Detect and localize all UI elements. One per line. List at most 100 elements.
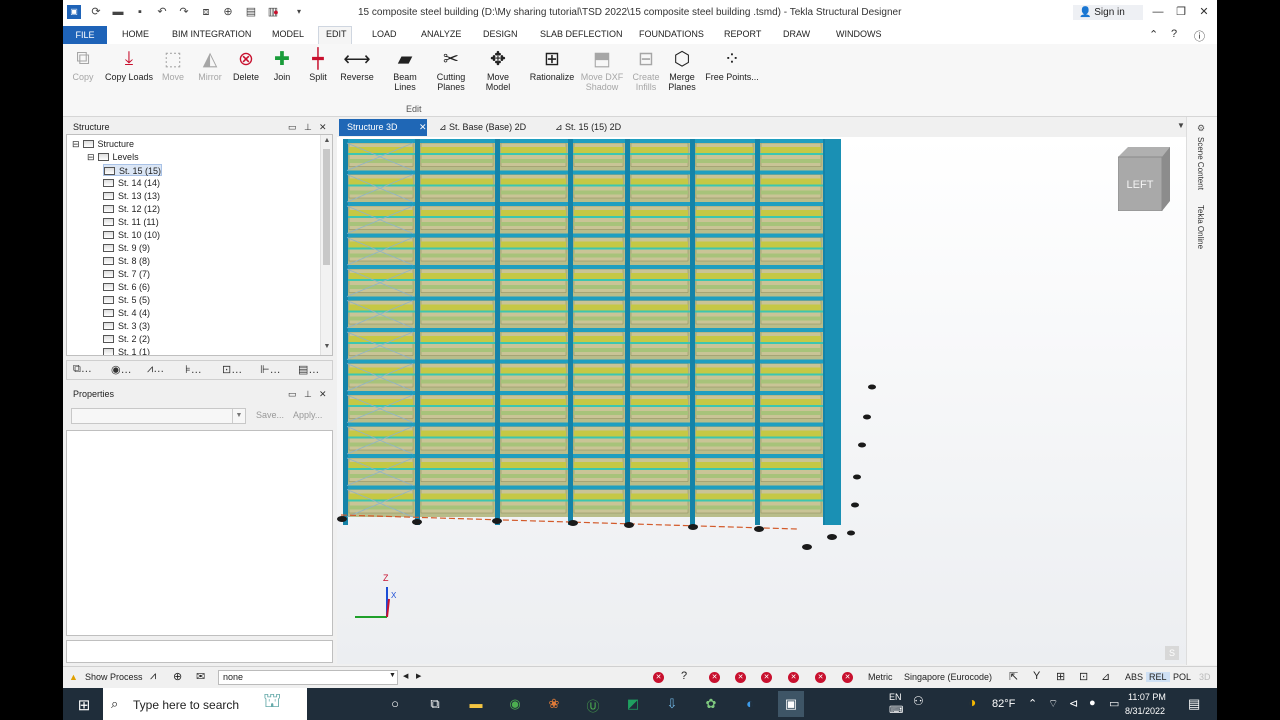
tekla-taskbar-icon[interactable]: ▣ <box>778 691 804 717</box>
restore-icon[interactable]: ❐ <box>1173 4 1189 20</box>
reports-tab-icon[interactable]: ▤… <box>298 363 319 376</box>
move-button[interactable]: ⬚ Move <box>159 46 187 83</box>
create-infills-button[interactable]: ⊟ Create Infills <box>629 46 663 93</box>
level-item[interactable]: St. 14 (14) <box>103 177 160 189</box>
minimize-icon[interactable]: — <box>1150 4 1166 20</box>
level-item[interactable]: St. 1 (1) <box>103 346 150 355</box>
3d-viewport[interactable]: LEFT Z X S <box>337 137 1186 664</box>
tab-foundations[interactable]: FOUNDATIONS <box>639 29 704 39</box>
edge-icon[interactable]: ◐ <box>741 696 759 712</box>
scene-tab-icon[interactable]: ◉… <box>111 363 132 376</box>
free-points-button[interactable]: ⁘ Free Points... <box>703 46 761 83</box>
tree-levels[interactable]: ⊟ Levels <box>87 151 139 163</box>
command-prev-icon[interactable]: ◀ <box>403 672 408 680</box>
snap-y-icon[interactable]: Y <box>1033 670 1040 682</box>
app-pinned-4-icon[interactable]: ⇩ <box>663 696 681 712</box>
level-item[interactable]: St. 2 (2) <box>103 333 150 345</box>
tekla-online-tab[interactable]: Tekla Online <box>1196 205 1205 249</box>
language-indicator[interactable]: EN <box>889 692 902 702</box>
save-icon[interactable]: ▪ <box>133 5 147 19</box>
move-model-button[interactable]: ✥ Move Model <box>474 46 522 93</box>
level-item[interactable]: St. 11 (11) <box>103 216 159 228</box>
cutting-planes-button[interactable]: ✂ Cutting Planes <box>433 46 469 93</box>
app-pinned-5-icon[interactable]: ✿ <box>702 696 720 712</box>
undo-icon[interactable]: ↶ <box>155 5 169 19</box>
members-status-icon[interactable]: ⊕ <box>173 670 182 683</box>
tab-model[interactable]: MODEL <box>272 29 304 39</box>
customize-icon[interactable]: ▾ <box>292 5 306 19</box>
tree-root[interactable]: ⊟ Structure <box>72 138 134 150</box>
structure-tab-icon[interactable]: ⧉… <box>73 363 92 376</box>
view-cube[interactable]: LEFT <box>1117 145 1170 212</box>
tab-windows[interactable]: WINDOWS <box>836 29 882 39</box>
network-icon[interactable]: ⌔ <box>1048 697 1058 711</box>
level-item[interactable]: St. 15 (15) <box>103 164 163 176</box>
loads-tab-icon[interactable]: ⩘… <box>147 363 164 376</box>
join-button[interactable]: ✚ Join <box>268 46 296 83</box>
panel-close-icon[interactable]: ✕ <box>319 119 327 135</box>
mode-3d[interactable]: 3D <box>1199 672 1211 682</box>
copy-loads-button[interactable]: ⤓ Copy Loads <box>104 46 154 82</box>
tab-st-15-2d[interactable]: ⊿ St. 15 (15) 2D <box>547 119 647 136</box>
lock-icon[interactable]: ⊕ <box>221 5 235 19</box>
tab-structure-3d[interactable]: Structure 3D ✕ <box>339 119 427 136</box>
stop-icon[interactable]: ● <box>269 5 283 19</box>
redo-icon[interactable]: ↷ <box>177 5 191 19</box>
structure-tree[interactable]: ⊟ Structure ⊟ Levels St. 15 (15) St. 14 (14… <box>66 134 333 356</box>
battery-icon[interactable]: ▭ <box>1109 697 1119 710</box>
show-process-button[interactable]: Show Process <box>85 672 143 682</box>
status-error-6-icon[interactable]: ✕ <box>842 672 853 683</box>
clock-time[interactable]: 11:07 PM <box>1128 692 1166 702</box>
tab-analyze[interactable]: ANALYZE <box>421 29 461 39</box>
settings-gear-icon[interactable]: ⚙ <box>1197 123 1205 134</box>
command-input[interactable]: none <box>218 670 398 685</box>
mirror-button[interactable]: ◭ Mirror <box>194 46 226 83</box>
tray-chevron-icon[interactable]: ⌃ <box>1028 697 1037 710</box>
new-icon[interactable]: ⟳ <box>89 5 103 19</box>
props-float-icon[interactable]: ▭ <box>288 386 297 402</box>
status-error-5-icon[interactable]: ✕ <box>815 672 826 683</box>
mode-pol[interactable]: POL <box>1173 672 1191 682</box>
command-next-icon[interactable]: ▶ <box>416 672 421 680</box>
notifications-icon[interactable]: ▤ <box>1188 696 1200 712</box>
level-item[interactable]: St. 3 (3) <box>103 320 150 332</box>
open-icon[interactable]: ▬ <box>111 5 125 19</box>
merge-planes-button[interactable]: ⬡ Merge Planes <box>665 46 699 93</box>
snap-node-icon[interactable]: ⊡ <box>1079 670 1088 683</box>
status-error-4-icon[interactable]: ✕ <box>788 672 799 683</box>
loads-status-icon[interactable]: ⩘ <box>150 670 156 683</box>
mode-abs[interactable]: ABS <box>1125 672 1143 682</box>
panel-float-icon[interactable]: ▭ <box>288 119 297 135</box>
model-icon[interactable]: ▤ <box>244 5 258 19</box>
level-item[interactable]: St. 4 (4) <box>103 307 150 319</box>
tab-bim-integration[interactable]: BIM INTEGRATION <box>172 29 251 39</box>
properties-save-button[interactable]: Save... <box>256 410 284 420</box>
tab-slab-deflection[interactable]: SLAB DEFLECTION <box>540 29 623 39</box>
properties-set-combo[interactable]: ▼ <box>71 408 246 424</box>
status-stop-icon[interactable]: ✕ <box>653 672 664 683</box>
groups-tab-icon[interactable]: ⊧… <box>185 363 202 376</box>
level-item[interactable]: St. 10 (10) <box>103 229 160 241</box>
copy-button[interactable]: ⧉ Copy <box>66 46 100 82</box>
scene-content-tab[interactable]: Scene Content <box>1196 137 1205 190</box>
tab-st-base-2d[interactable]: ⊿ St. Base (Base) 2D <box>431 119 541 136</box>
tab-design[interactable]: DESIGN <box>483 29 518 39</box>
weather-temp[interactable]: 82°F <box>992 698 1015 710</box>
members-tab-icon[interactable]: ⊡… <box>222 363 242 376</box>
level-item[interactable]: St. 12 (12) <box>103 203 160 215</box>
keyboard-icon[interactable]: ⌨ <box>889 705 903 716</box>
mail-icon[interactable]: ✉ <box>196 670 205 683</box>
panel-pin-icon[interactable]: ⊥ <box>304 119 312 135</box>
tab-file[interactable]: FILE <box>63 26 107 44</box>
level-item[interactable]: St. 6 (6) <box>103 281 150 293</box>
design-code-label[interactable]: Singapore (Eurocode) <box>904 672 992 682</box>
volume-icon[interactable]: ⊲ <box>1069 697 1078 710</box>
scroll-down-icon[interactable]: ▼ <box>322 343 332 350</box>
corner-badge[interactable]: S <box>1165 646 1179 660</box>
windows-start-icon[interactable]: ⊞ <box>75 696 93 714</box>
command-dropdown-icon[interactable]: ▼ <box>389 672 396 679</box>
mic-icon[interactable]: ● <box>1089 697 1096 709</box>
snap-grid-icon[interactable]: ⊞ <box>1056 670 1065 683</box>
help-icon[interactable]: ? <box>1171 28 1177 40</box>
reverse-button[interactable]: ⟷ Reverse <box>339 46 375 83</box>
